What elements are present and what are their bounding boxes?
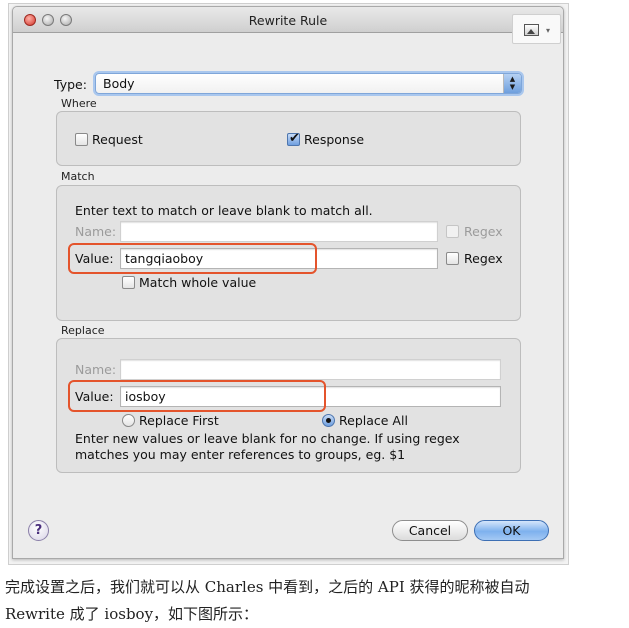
cancel-button[interactable]: Cancel — [392, 520, 468, 541]
title-bar[interactable]: Rewrite Rule — [13, 7, 563, 33]
replace-hint-line-2: matches you may enter references to grou… — [75, 447, 406, 462]
value-highlight-box — [68, 380, 326, 412]
where-group-title: Where — [61, 97, 97, 110]
replace-all-label: Replace All — [339, 413, 408, 428]
value-highlight-box — [68, 243, 317, 274]
match-value-regex-label: Regex — [464, 251, 503, 266]
type-select-value: Body — [103, 76, 135, 91]
replace-first-label: Replace First — [139, 413, 219, 428]
type-label: Type: — [54, 77, 87, 92]
window-title: Rewrite Rule — [248, 13, 328, 28]
match-name-regex-checkbox[interactable] — [446, 225, 459, 238]
match-hint: Enter text to match or leave blank to ma… — [75, 203, 373, 218]
chevron-down-icon: ▾ — [546, 26, 551, 35]
caption-line-1: 完成设置之后，我们就可以从 Charles 中看到，之后的 API 获得的昵称被… — [5, 578, 530, 596]
replace-all-radio[interactable] — [322, 414, 335, 427]
request-checkbox[interactable] — [75, 133, 88, 146]
request-label: Request — [92, 132, 143, 147]
replace-name-input[interactable] — [120, 359, 501, 380]
stepper-arrows-icon: ▲ ▼ — [503, 74, 521, 93]
match-name-label: Name: — [75, 224, 117, 239]
replace-hint-line-1: Enter new values or leave blank for no c… — [75, 431, 460, 446]
help-button[interactable]: ? — [28, 520, 49, 541]
replace-first-radio[interactable] — [122, 414, 135, 427]
match-name-regex-label: Regex — [464, 224, 503, 239]
match-value-regex-checkbox[interactable] — [446, 252, 459, 265]
match-whole-value-checkbox[interactable] — [122, 276, 135, 289]
replace-name-label: Name: — [75, 362, 117, 377]
response-label: Response — [304, 132, 365, 147]
match-name-input[interactable] — [120, 221, 438, 242]
match-group-title: Match — [61, 170, 95, 183]
replace-group-title: Replace — [61, 324, 105, 337]
ok-button[interactable]: OK — [474, 520, 549, 541]
response-checkbox[interactable] — [287, 131, 300, 146]
match-whole-value-label: Match whole value — [139, 275, 257, 290]
type-select[interactable]: Body ▲ ▼ — [95, 73, 522, 94]
image-icon — [524, 24, 539, 36]
caption-line-2: Rewrite 成了 iosboy，如下图所示： — [5, 605, 259, 623]
image-button[interactable]: ▾ — [512, 14, 561, 44]
